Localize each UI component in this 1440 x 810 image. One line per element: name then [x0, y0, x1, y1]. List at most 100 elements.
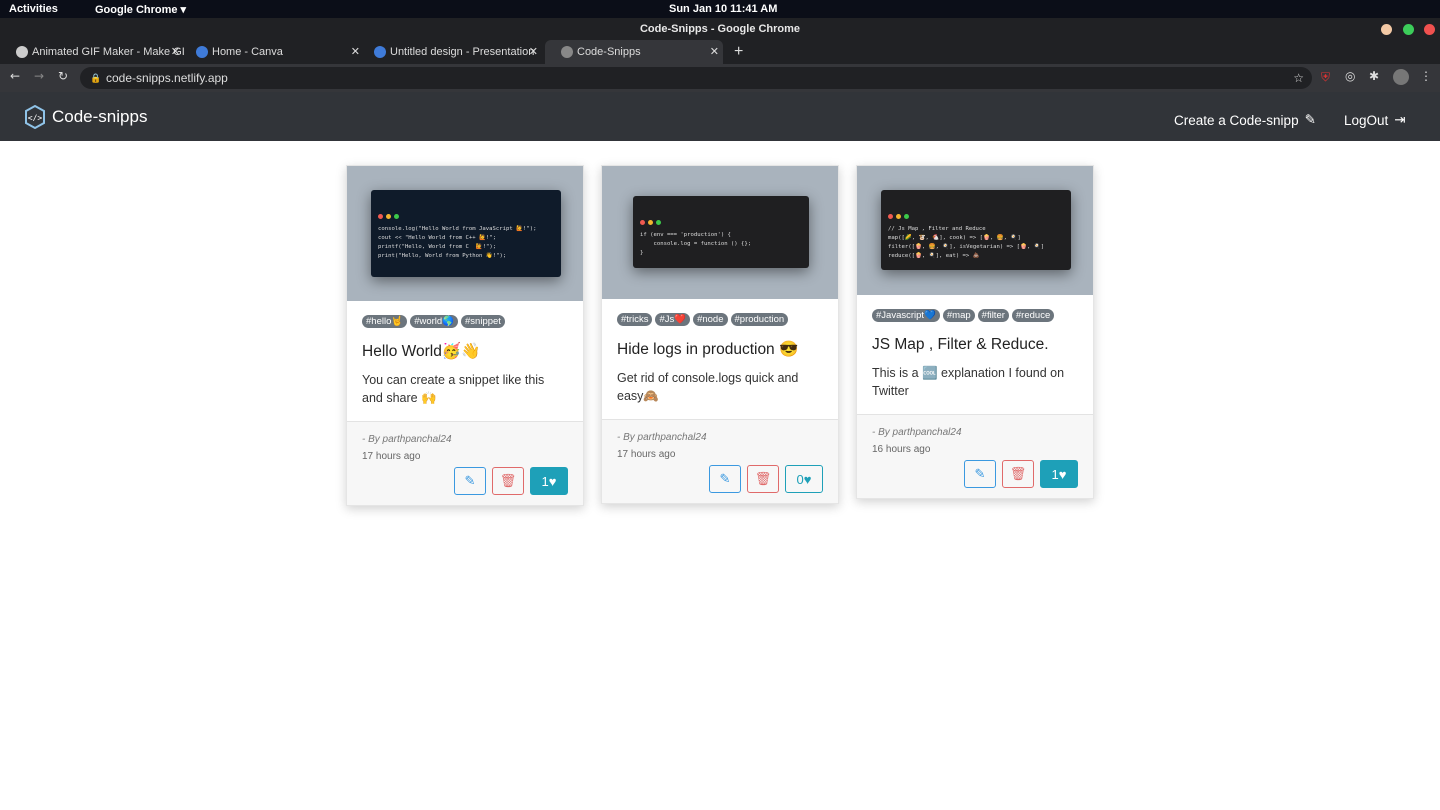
close-tab-icon[interactable]: ✕: [710, 40, 719, 64]
canva-icon: [196, 46, 208, 58]
delete-button[interactable]: 🗑: [1002, 460, 1034, 488]
card-footer: - By parthpanchal24 17 hours ago ✎ 🗑 0 ♥: [602, 419, 838, 503]
tab-untitled-design[interactable]: Untitled design - Presentation ✕: [358, 40, 542, 64]
activities-button[interactable]: Activities: [9, 3, 58, 15]
tab-label: Untitled design - Presentation: [390, 46, 535, 58]
code-screenshot: if (env === 'production') { console.log …: [633, 196, 809, 268]
tab-label: Code-Snipps: [577, 46, 641, 58]
close-tab-icon[interactable]: ✕: [529, 40, 538, 64]
reload-icon[interactable]: ↻: [58, 69, 68, 83]
snippet-image[interactable]: console.log("Hello World from JavaScript…: [347, 166, 583, 301]
delete-button[interactable]: 🗑: [747, 465, 779, 493]
profile-avatar[interactable]: [1393, 69, 1409, 85]
code-line: filter([🍿, 🍔, 🍳], isVegetarian) => [🍿, 🍳…: [888, 243, 1045, 250]
clock[interactable]: Sun Jan 10 11:41 AM: [669, 3, 777, 15]
system-top-bar: Activities Google Chrome ▾ Sun Jan 10 11…: [0, 0, 1440, 18]
address-bar-row: ← → ↻ 🔒 code-snipps.netlify.app ☆ ⛨ ◎ ✱ ⋮: [0, 64, 1440, 92]
logout-link[interactable]: LogOut ⇥: [1344, 112, 1406, 128]
like-button[interactable]: 0 ♥: [785, 465, 823, 493]
window-dots: [378, 213, 554, 219]
window-title: Code-Snipps - Google Chrome: [0, 18, 1440, 40]
brand-link[interactable]: </> Code-snipps: [24, 105, 147, 129]
chrome-menu-icon[interactable]: ⋮: [1420, 69, 1432, 83]
snippet-card: console.log("Hello World from JavaScript…: [346, 165, 584, 506]
url-text: code-snipps.netlify.app: [106, 71, 228, 85]
timestamp: 17 hours ago: [362, 451, 421, 462]
new-tab-button[interactable]: +: [724, 40, 754, 64]
tag-badge[interactable]: #node: [693, 313, 728, 326]
timestamp: 16 hours ago: [872, 444, 931, 455]
extension-target-icon[interactable]: ◎: [1345, 69, 1355, 83]
timestamp: 17 hours ago: [617, 449, 676, 460]
snippet-title: JS Map , Filter & Reduce.: [872, 336, 1049, 353]
tab-label: Animated GIF Maker - Make GIFs: [32, 46, 184, 58]
heart-icon: ♥: [803, 471, 812, 487]
svg-text:</>: </>: [28, 114, 43, 123]
tab-label: Home - Canva: [212, 46, 283, 58]
snippet-description: You can create a snippet like this and s…: [362, 373, 545, 405]
code-snipps-icon: [561, 46, 573, 58]
tag-badge[interactable]: #reduce: [1011, 309, 1055, 322]
close-tab-icon[interactable]: ✕: [171, 40, 180, 64]
tag-badge[interactable]: #map: [942, 309, 975, 322]
snippet-title: Hide logs in production 😎: [617, 341, 799, 358]
like-button[interactable]: 1 ♥: [1040, 460, 1078, 488]
bookmark-star-icon[interactable]: ☆: [1293, 67, 1304, 89]
lock-icon: 🔒: [90, 73, 102, 83]
code-line: printf("Hello, World from C 🙋!");: [378, 243, 497, 250]
maximize-button[interactable]: [1403, 24, 1414, 35]
tab-gif-maker[interactable]: Animated GIF Maker - Make GIFs ✕: [0, 40, 184, 64]
url-input[interactable]: 🔒 code-snipps.netlify.app ☆: [80, 67, 1312, 89]
code-screenshot: // Js Map , Filter and Reduce map([🌽, 🐮, …: [881, 190, 1071, 270]
code-line: map([🌽, 🐮, 🐔], cook) => [🍿, 🍔, 🍳]: [888, 234, 1021, 241]
tag-badge[interactable]: #world🌎: [410, 315, 459, 328]
close-window-button[interactable]: [1424, 24, 1435, 35]
author: - By parthpanchal24: [617, 432, 707, 443]
code-line: console.log = function () {};: [640, 240, 752, 247]
delete-button[interactable]: 🗑: [492, 467, 524, 495]
create-snipp-link[interactable]: Create a Code-snipp ✎: [1174, 112, 1316, 128]
edit-button[interactable]: ✎: [454, 467, 486, 495]
code-screenshot: console.log("Hello World from JavaScript…: [371, 190, 561, 277]
tag-badge[interactable]: #Js❤️: [655, 313, 691, 326]
tag-badge[interactable]: #production: [730, 313, 789, 326]
forward-icon[interactable]: →: [34, 69, 44, 83]
brand-name: Code-snipps: [52, 107, 148, 126]
heart-icon: ♥: [1058, 466, 1067, 482]
window-dots: [640, 219, 802, 225]
tag-list: #tricks #Js❤️ #node #production: [617, 313, 823, 326]
tag-badge[interactable]: #Javascript💙: [872, 309, 940, 322]
tag-badge[interactable]: #tricks: [617, 313, 653, 326]
globe-icon: [16, 46, 28, 58]
minimize-button[interactable]: [1381, 24, 1392, 35]
tag-badge[interactable]: #filter: [977, 309, 1009, 322]
card-footer: - By parthpanchal24 16 hours ago ✎ 🗑 1 ♥: [857, 414, 1093, 498]
snippet-description: This is a 🆒 explanation I found on Twitt…: [872, 366, 1065, 398]
snippet-image[interactable]: // Js Map , Filter and Reduce map([🌽, 🐮, …: [857, 166, 1093, 295]
tab-canva-home[interactable]: Home - Canva ✕: [180, 40, 364, 64]
snippet-card: // Js Map , Filter and Reduce map([🌽, 🐮, …: [856, 165, 1094, 499]
tag-badge[interactable]: #hello🤘: [362, 315, 408, 328]
snippet-image[interactable]: if (env === 'production') { console.log …: [602, 166, 838, 299]
logout-label: LogOut: [1344, 112, 1389, 128]
code-line: if (env === 'production') {: [640, 231, 731, 238]
code-line: reduce([🍿, 🍳], eat) => 💩: [888, 252, 980, 259]
author: - By parthpanchal24: [362, 434, 452, 445]
edit-button[interactable]: ✎: [709, 465, 741, 493]
tab-code-snipps[interactable]: Code-Snipps ✕: [545, 40, 723, 64]
snippet-card: if (env === 'production') { console.log …: [601, 165, 839, 504]
like-button[interactable]: 1 ♥: [530, 467, 568, 495]
edit-button[interactable]: ✎: [964, 460, 996, 488]
extension-shield-icon[interactable]: ⛨: [1321, 70, 1330, 85]
snippet-title: Hello World🥳👋: [362, 343, 481, 360]
extensions-puzzle-icon[interactable]: ✱: [1369, 69, 1379, 83]
back-icon[interactable]: ←: [10, 69, 20, 83]
trash-icon: 🗑: [754, 471, 772, 486]
tag-badge[interactable]: #snippet: [461, 315, 505, 328]
navbar: </> Code-snipps Create a Code-snipp ✎ Log…: [0, 92, 1440, 141]
like-count: 1: [1051, 466, 1059, 482]
tag-list: #Javascript💙 #map #filter #reduce: [872, 309, 1078, 322]
pencil-icon: ✎: [719, 471, 731, 486]
window-dots: [888, 213, 1064, 219]
app-menu[interactable]: Google Chrome ▾: [95, 3, 186, 16]
